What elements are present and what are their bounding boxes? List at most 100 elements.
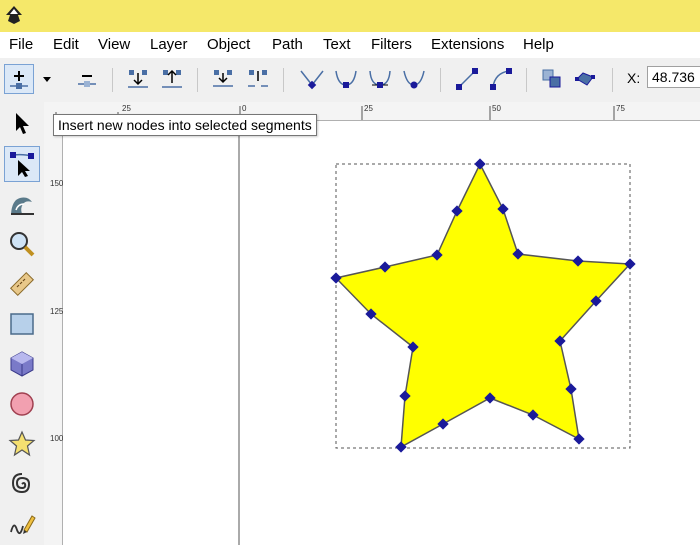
make-symmetric-button[interactable] (365, 64, 395, 94)
vertical-ruler: 150 125 100 (44, 120, 63, 545)
join-nodes-icon (128, 70, 148, 88)
node-editor-icon (10, 152, 34, 177)
path-node[interactable] (497, 203, 509, 215)
menu-filters[interactable]: Filters (371, 36, 412, 53)
3d-box-icon (10, 351, 34, 377)
path-node[interactable] (399, 390, 411, 402)
pencil-icon (10, 515, 36, 535)
tweak-tool[interactable] (4, 186, 40, 222)
toolbar-separator (526, 68, 527, 92)
pencil-tool[interactable] (4, 506, 40, 542)
measure-tool[interactable] (4, 266, 40, 302)
ruler-label: 0 (242, 104, 247, 113)
zoom-tool[interactable] (4, 226, 40, 262)
path-node[interactable] (554, 335, 566, 347)
line-segment-icon (456, 68, 478, 90)
insert-node-icon (10, 71, 28, 89)
path-node[interactable] (590, 295, 602, 307)
x-coordinate-input[interactable] (647, 66, 700, 88)
tool-controls-bar (0, 58, 700, 103)
toolbar-separator (112, 68, 113, 92)
spiral-tool[interactable] (4, 466, 40, 502)
object-to-path-icon (542, 69, 561, 88)
menu-edit[interactable]: Edit (53, 36, 79, 53)
ruler-label: 125 (50, 307, 64, 316)
stroke-to-path-button[interactable] (570, 64, 600, 94)
make-curve-button[interactable] (486, 64, 516, 94)
path-node[interactable] (512, 248, 524, 260)
menu-extensions[interactable]: Extensions (431, 36, 504, 53)
make-smooth-button[interactable] (331, 64, 361, 94)
path-node[interactable] (572, 255, 584, 267)
tweak-wave-icon (11, 197, 34, 215)
menu-layer[interactable]: Layer (150, 36, 188, 53)
title-bar (0, 0, 700, 32)
path-node[interactable] (407, 341, 419, 353)
ruler-label: 25 (122, 104, 131, 113)
path-node[interactable] (451, 205, 463, 217)
object-to-path-button[interactable] (537, 64, 567, 94)
make-line-button[interactable] (452, 64, 482, 94)
ruler-label: 75 (616, 104, 625, 113)
toolbox (0, 102, 45, 545)
menu-object[interactable]: Object (207, 36, 250, 53)
cusp-node-icon (300, 70, 324, 90)
path-node[interactable] (624, 258, 636, 270)
delete-segment-icon (248, 70, 268, 87)
toolbar-separator (197, 68, 198, 92)
ruler-label: 50 (492, 104, 501, 113)
stroke-to-path-icon (575, 72, 595, 86)
ruler-label: 150 (50, 179, 64, 188)
menu-view[interactable]: View (98, 36, 130, 53)
drawing-canvas[interactable] (63, 121, 700, 545)
join-segment-button[interactable] (208, 64, 238, 94)
rectangle-tool[interactable] (4, 306, 40, 342)
insert-node-button[interactable] (4, 64, 34, 94)
path-node[interactable] (330, 272, 342, 284)
path-node[interactable] (573, 433, 585, 445)
star-icon (8, 430, 36, 457)
inkscape-logo-icon (6, 6, 22, 24)
chevron-down-icon (43, 77, 51, 82)
make-auto-smooth-button[interactable] (399, 64, 429, 94)
delete-node-button[interactable] (72, 64, 102, 94)
delete-node-icon (78, 75, 96, 87)
path-node[interactable] (379, 261, 391, 273)
path-node[interactable] (565, 383, 577, 395)
ruler-label: 25 (364, 104, 373, 113)
path-node[interactable] (474, 158, 486, 170)
toolbar-separator (440, 68, 441, 92)
join-nodes-button[interactable] (123, 64, 153, 94)
auto-smooth-node-icon (403, 70, 425, 89)
circle-icon (10, 392, 34, 416)
ruler-label: 100 (50, 434, 64, 443)
tooltip: Insert new nodes into selected segments (53, 114, 317, 136)
ruler-icon (9, 271, 35, 297)
symmetric-node-icon (369, 70, 391, 88)
path-node[interactable] (527, 409, 539, 421)
node-editor-tool[interactable] (4, 146, 40, 182)
path-node[interactable] (395, 441, 407, 453)
menu-text[interactable]: Text (323, 36, 351, 53)
curve-segment-icon (490, 68, 512, 90)
path-node[interactable] (484, 392, 496, 404)
break-path-button[interactable] (157, 64, 187, 94)
x-coordinate-label: X: (627, 70, 641, 86)
smooth-node-icon (335, 70, 357, 88)
3d-box-tool[interactable] (4, 346, 40, 382)
spiral-icon (11, 473, 31, 494)
selector-tool[interactable] (4, 106, 40, 142)
ellipse-tool[interactable] (4, 386, 40, 422)
break-path-icon (162, 69, 182, 88)
make-cusp-button[interactable] (297, 64, 327, 94)
toolbar-separator (612, 68, 613, 92)
path-node[interactable] (437, 418, 449, 430)
path-node[interactable] (431, 249, 443, 261)
menu-file[interactable]: File (9, 36, 33, 53)
menu-help[interactable]: Help (523, 36, 554, 53)
menu-path[interactable]: Path (272, 36, 303, 53)
path-node[interactable] (365, 308, 377, 320)
star-polygon-tool[interactable] (4, 426, 40, 462)
insert-node-dropdown[interactable] (37, 64, 57, 94)
delete-segment-button[interactable] (243, 64, 273, 94)
